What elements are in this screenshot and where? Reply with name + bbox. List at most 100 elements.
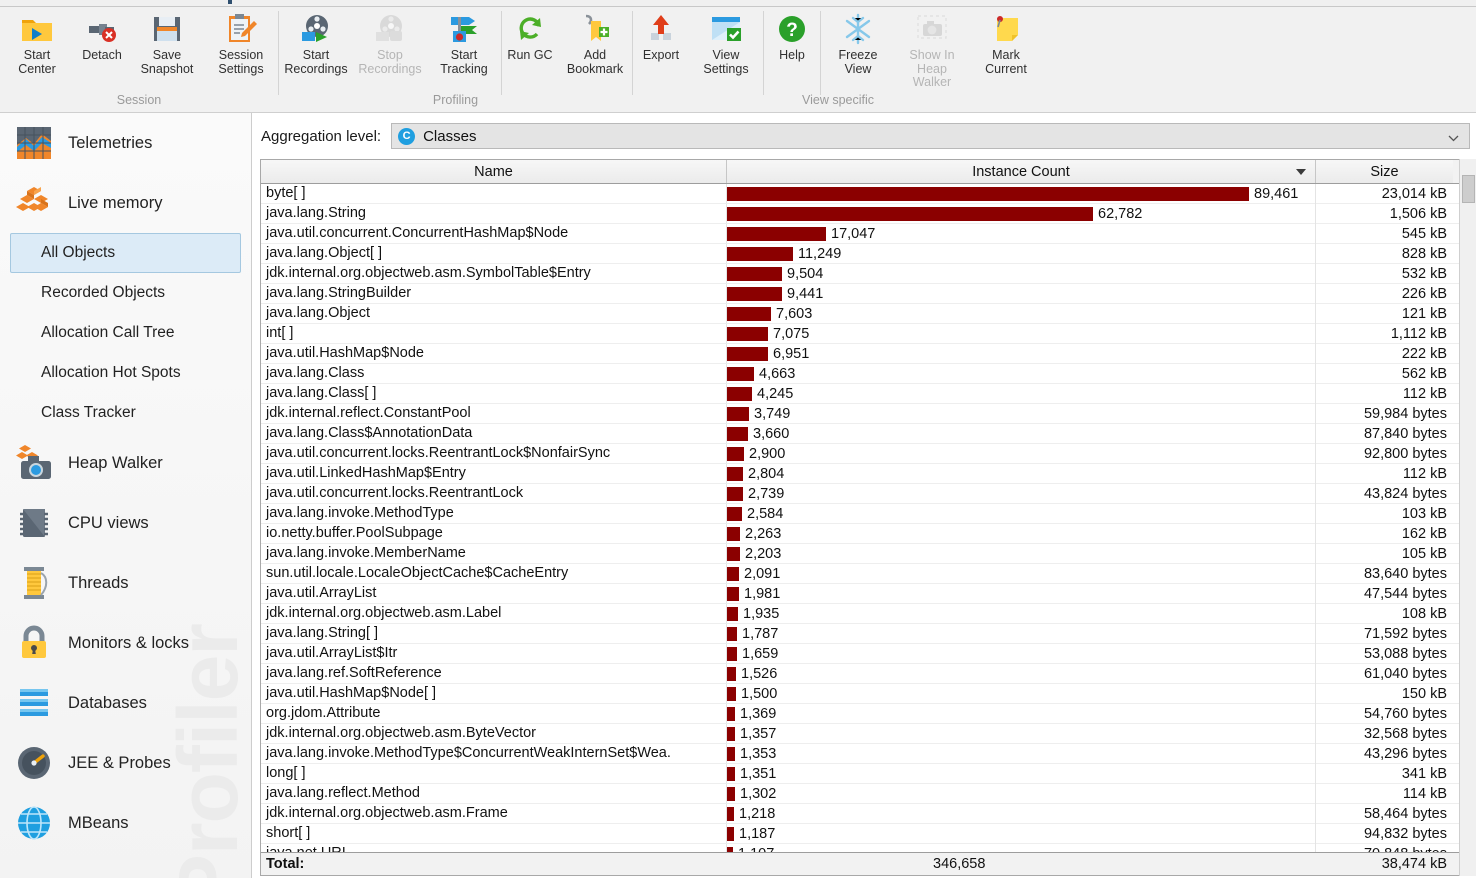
instance-count-value: 3,749: [754, 405, 791, 422]
table-row[interactable]: java.util.ArrayList 1,981 47,544 bytes: [261, 583, 1470, 604]
aggregation-level-select[interactable]: C Classes: [391, 123, 1470, 149]
sidebar-item-threads[interactable]: Threads: [0, 553, 251, 613]
table-row[interactable]: java.lang.Object 7,603 121 kB: [261, 303, 1470, 324]
sidebar-item-jee-probes[interactable]: JEE & Probes: [0, 733, 251, 793]
table-row[interactable]: java.util.concurrent.ConcurrentHashMap$N…: [261, 223, 1470, 244]
sidebar-item-monitors-locks[interactable]: Monitors & locks: [0, 613, 251, 673]
table-row[interactable]: org.jdom.Attribute 1,369 54,760 bytes: [261, 703, 1470, 724]
table-row[interactable]: jdk.internal.reflect.ConstantPool 3,749 59…: [261, 403, 1470, 424]
cell-instance-count: 1,357: [727, 723, 1316, 744]
cell-size: 94,832 bytes: [1363, 825, 1447, 842]
cell-class-name: java.util.HashMap$Node[ ]: [261, 684, 727, 703]
table-row[interactable]: java.net.URI1,10770,848 bytes: [261, 843, 1470, 852]
ribbon-group-label: Session: [116, 93, 162, 107]
table-row[interactable]: sun.util.locale.LocaleObjectCache$CacheE…: [261, 563, 1470, 584]
table-row[interactable]: java.lang.StringBuilder 9,441 226 kB: [261, 283, 1470, 304]
start-recordings-button[interactable]: Start Recordings: [279, 7, 353, 77]
table-row[interactable]: java.lang.String 62,782 1,506 kB: [261, 203, 1470, 224]
start-tracking-button[interactable]: Start Tracking: [427, 7, 501, 77]
table-row[interactable]: java.util.LinkedHashMap$Entry 2,804 112 kB: [261, 463, 1470, 484]
table-row[interactable]: java.lang.ref.SoftReference 1,526 61,040 b…: [261, 663, 1470, 684]
table-row[interactable]: java.lang.Class[ ] 4,245 112 kB: [261, 383, 1470, 404]
cell-class-name: java.lang.invoke.MethodType: [261, 504, 727, 523]
session-settings-button[interactable]: Session Settings: [204, 7, 278, 77]
sidebar-item-recorded-objects[interactable]: Recorded Objects: [10, 273, 241, 313]
show-in-heap-walker-label: Show In Heap Walker: [909, 48, 955, 89]
column-header-size[interactable]: Size: [1316, 160, 1453, 183]
add-bookmark-button[interactable]: Add Bookmark: [558, 7, 632, 77]
vertical-scrollbar-thumb[interactable]: [1462, 175, 1475, 203]
table-row[interactable]: long[ ] 1,351 341 kB: [261, 763, 1470, 784]
start-center-button[interactable]: Start Center: [0, 7, 74, 77]
sidebar-item-mbeans[interactable]: MBeans: [0, 793, 251, 853]
instance-count-bar: [727, 506, 742, 521]
cell-size: 47,544 bytes: [1363, 585, 1447, 602]
table-row[interactable]: java.lang.Class 4,663 562 kB: [261, 363, 1470, 384]
instance-count-value: 1,369: [740, 705, 777, 722]
cell-instance-count: 1,981: [727, 583, 1316, 604]
column-header-name[interactable]: Name: [261, 160, 727, 183]
save-snapshot-button[interactable]: Save Snapshot: [130, 7, 204, 77]
table-row[interactable]: java.util.ArrayList$Itr 1,659 53,088 bytes: [261, 643, 1470, 664]
cell-size: 32,568 bytes: [1363, 725, 1447, 742]
table-row[interactable]: java.lang.invoke.MethodType$ConcurrentWe…: [261, 743, 1470, 764]
instance-count-bar: [727, 646, 737, 661]
help-label: Help: [779, 48, 805, 62]
sidebar-item-class-tracker[interactable]: Class Tracker: [10, 393, 241, 433]
cell-class-name: java.lang.Object: [261, 304, 727, 323]
instance-count-value: 1,787: [742, 625, 779, 642]
table-row[interactable]: java.lang.String[ ] 1,787 71,592 bytes: [261, 623, 1470, 644]
sidebar-item-heap-walker[interactable]: Heap Walker: [0, 433, 251, 493]
table-row[interactable]: jdk.internal.org.objectweb.asm.Frame 1,21…: [261, 803, 1470, 824]
table-row[interactable]: java.util.HashMap$Node 6,951 222 kB: [261, 343, 1470, 364]
table-row[interactable]: java.lang.Class$AnnotationData 3,660 87,84…: [261, 423, 1470, 444]
cell-instance-count: 2,739: [727, 483, 1316, 504]
table-row[interactable]: java.lang.invoke.MethodType 2,584 103 kB: [261, 503, 1470, 524]
cell-size: 112 kB: [1402, 465, 1447, 482]
start-center-label: Start Center: [18, 48, 56, 76]
sidebar-item-cpu-views[interactable]: CPU views: [0, 493, 251, 553]
detach-button[interactable]: Detach: [74, 7, 130, 64]
cell-size: 103 kB: [1401, 505, 1447, 522]
table-row[interactable]: java.util.concurrent.locks.ReentrantLock…: [261, 483, 1470, 504]
sidebar-item-label: All Objects: [41, 244, 116, 261]
sidebar-item-databases[interactable]: Databases: [0, 673, 251, 733]
sidebar-item-live-memory[interactable]: Live memory: [0, 173, 251, 233]
run-gc-button[interactable]: Run GC: [502, 7, 558, 64]
table-row[interactable]: byte[ ] 89,461 23,014 kB: [261, 184, 1470, 204]
sidebar-item-telemetries[interactable]: Telemetries: [0, 113, 251, 173]
instance-count-value: 2,900: [749, 445, 786, 462]
cell-instance-count: 1,351: [727, 763, 1316, 784]
sidebar-item-all-objects[interactable]: All Objects: [10, 233, 241, 273]
freeze-view-button[interactable]: Freeze View: [821, 7, 895, 77]
sidebar-item-allocation-hot-spots[interactable]: Allocation Hot Spots: [10, 353, 241, 393]
start-recordings-label: Start Recordings: [284, 48, 348, 76]
vertical-scrollbar[interactable]: [1459, 159, 1476, 876]
export-button[interactable]: Export: [633, 7, 689, 64]
camera-dashed-icon: [915, 12, 949, 46]
column-header-instance-count[interactable]: Instance Count: [727, 160, 1316, 183]
table-row[interactable]: short[ ] 1,187 94,832 bytes: [261, 823, 1470, 844]
view-settings-button[interactable]: View Settings: [689, 7, 763, 77]
cell-instance-count: 7,603: [727, 303, 1316, 324]
chevron-down-icon: [1448, 131, 1459, 142]
cell-instance-count: 2,804: [727, 463, 1316, 484]
table-row[interactable]: java.lang.Object[ ] 11,249 828 kB: [261, 243, 1470, 264]
table-row[interactable]: java.util.concurrent.locks.ReentrantLock…: [261, 443, 1470, 464]
table-row[interactable]: java.util.HashMap$Node[ ] 1,500 150 kB: [261, 683, 1470, 704]
table-row[interactable]: jdk.internal.org.objectweb.asm.SymbolTab…: [261, 263, 1470, 284]
table-row[interactable]: int[ ] 7,075 1,112 kB: [261, 323, 1470, 344]
ribbon-group-label: Profiling: [432, 93, 479, 107]
table-row[interactable]: java.lang.reflect.Method 1,302 114 kB: [261, 783, 1470, 804]
table-row[interactable]: jdk.internal.org.objectweb.asm.Label 1,93…: [261, 603, 1470, 624]
mark-current-button[interactable]: Mark Current: [969, 7, 1043, 77]
table-row[interactable]: java.lang.invoke.MemberName 2,203 105 kB: [261, 543, 1470, 564]
help-button[interactable]: ? Help: [764, 7, 820, 64]
table-row[interactable]: io.netty.buffer.PoolSubpage 2,263 162 kB: [261, 523, 1470, 544]
column-header-instance-count-label: Instance Count: [972, 163, 1070, 180]
cell-instance-count: 3,749: [727, 403, 1316, 424]
instance-count-bar: [727, 206, 1093, 221]
table-row[interactable]: jdk.internal.org.objectweb.asm.ByteVecto…: [261, 723, 1470, 744]
instance-count-value: 3,660: [753, 425, 790, 442]
sidebar-item-allocation-call-tree[interactable]: Allocation Call Tree: [10, 313, 241, 353]
